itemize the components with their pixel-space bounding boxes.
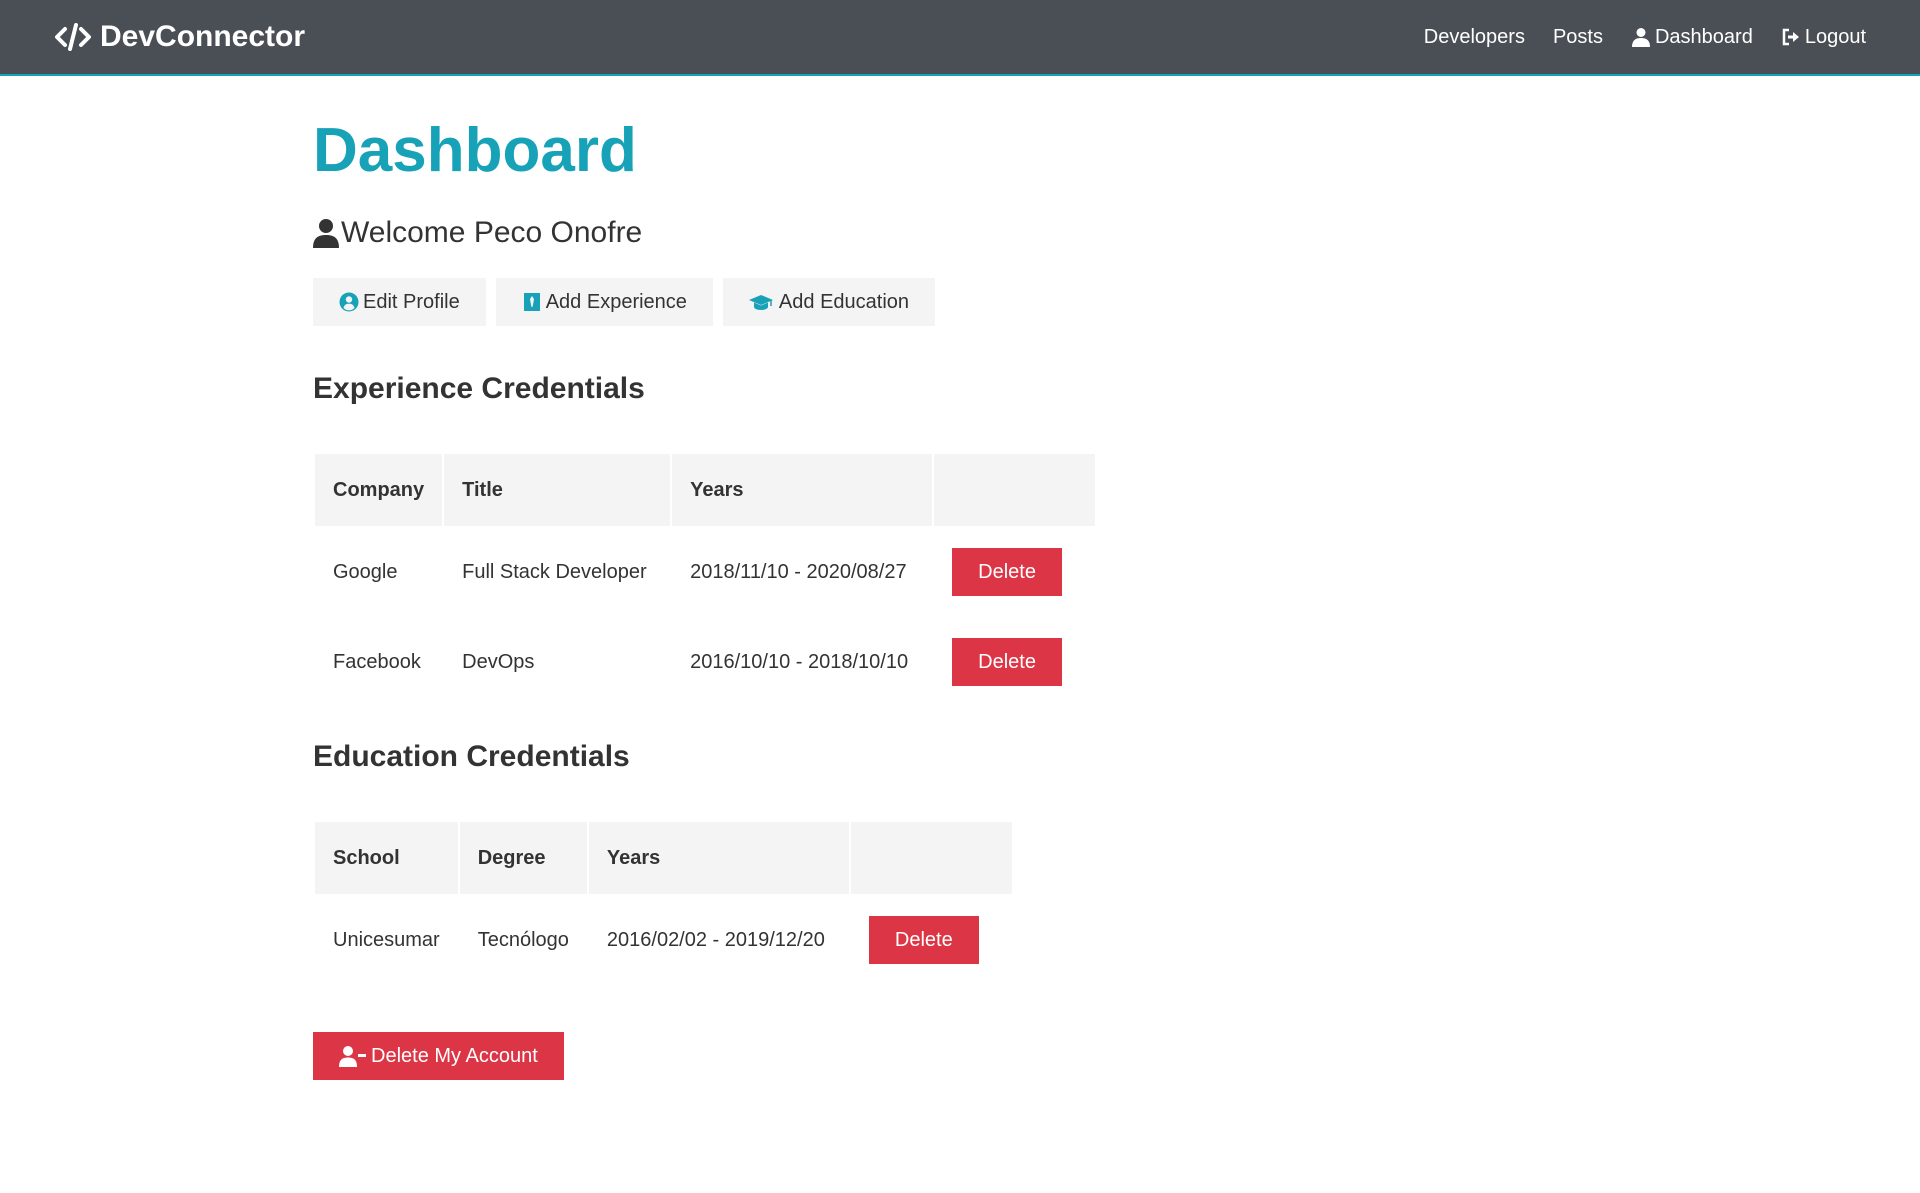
table-header-row: School Degree Years bbox=[315, 822, 1012, 894]
table-row: Facebook DevOps 2016/10/10 - 2018/10/10 … bbox=[315, 618, 1095, 706]
column-header-actions bbox=[850, 822, 1012, 894]
user-icon bbox=[313, 218, 339, 248]
column-header-title: Title bbox=[444, 454, 671, 526]
education-section-title: Education Credentials bbox=[313, 740, 630, 773]
column-header-degree: Degree bbox=[459, 822, 587, 894]
nav-dashboard-label: Dashboard bbox=[1654, 25, 1753, 48]
add-education-button[interactable]: Add Education bbox=[722, 278, 936, 326]
graduation-cap-icon bbox=[748, 292, 775, 312]
experience-actions: Delete bbox=[934, 528, 1095, 616]
column-header-school: School bbox=[315, 822, 458, 894]
education-degree: Tecnólogo bbox=[477, 928, 569, 951]
delete-account-button[interactable]: Delete My Account bbox=[313, 1032, 564, 1080]
column-header-years: Years bbox=[672, 454, 933, 526]
education-actions: Delete bbox=[851, 896, 1012, 984]
nav-links: Developers Posts Dashboard Logout bbox=[1396, 26, 1866, 49]
add-education-label: Add Education bbox=[778, 290, 910, 313]
nav-logout[interactable]: Logout bbox=[1781, 26, 1866, 49]
edit-profile-label: Edit Profile bbox=[363, 290, 460, 313]
edit-profile-button[interactable]: Edit Profile bbox=[313, 278, 486, 326]
delete-experience-button[interactable]: Delete bbox=[952, 548, 1062, 596]
table-row: Unicesumar Tecnólogo 2016/02/02 - 2019/1… bbox=[315, 896, 1012, 984]
experience-title: Full Stack Developer bbox=[462, 560, 647, 583]
nav-posts[interactable]: Posts bbox=[1553, 26, 1603, 49]
sign-out-icon bbox=[1781, 27, 1801, 47]
welcome-message: Welcome Peco Onofre bbox=[313, 216, 1613, 250]
delete-education-button[interactable]: Delete bbox=[868, 916, 979, 964]
user-tie-icon bbox=[522, 292, 542, 312]
brand-name: DevConnector bbox=[100, 20, 306, 53]
education-years: 2016/02/02 - 2019/12/20 bbox=[606, 928, 825, 951]
user-minus-icon bbox=[339, 1045, 367, 1067]
welcome-text: Welcome Peco Onofre bbox=[341, 216, 643, 249]
page-title: Dashboard bbox=[313, 116, 637, 185]
add-experience-label: Add Experience bbox=[545, 290, 687, 313]
dashboard-actions: Edit Profile Add Experience Add Educatio… bbox=[313, 278, 1613, 326]
column-header-company: Company bbox=[315, 454, 443, 526]
experience-company: Facebook bbox=[333, 650, 421, 673]
column-header-actions bbox=[934, 454, 1096, 526]
nav-posts-label: Posts bbox=[1552, 25, 1603, 48]
nav-dashboard[interactable]: Dashboard bbox=[1631, 26, 1753, 49]
table-header-row: Company Title Years bbox=[315, 454, 1096, 526]
user-icon bbox=[1631, 27, 1651, 47]
experience-years: 2018/11/10 - 2020/08/27 bbox=[690, 560, 907, 583]
experience-actions: Delete bbox=[934, 618, 1095, 706]
column-header-years: Years bbox=[588, 822, 849, 894]
code-icon bbox=[54, 22, 92, 52]
dashboard-container: Dashboard Welcome Peco Onofre Edit Profi… bbox=[313, 76, 1613, 1080]
experience-company: Google bbox=[333, 560, 398, 583]
delete-account-wrapper: Delete My Account bbox=[313, 1032, 1613, 1080]
education-school: Unicesumar bbox=[333, 928, 440, 951]
nav-developers[interactable]: Developers bbox=[1424, 26, 1525, 49]
nav-developers-label: Developers bbox=[1423, 25, 1525, 48]
navbar: DevConnector Developers Posts Dashboard bbox=[0, 0, 1920, 76]
experience-table: Company Title Years Google Full Stack De… bbox=[313, 452, 1097, 708]
table-row: Google Full Stack Developer 2018/11/10 -… bbox=[315, 528, 1095, 616]
delete-experience-button[interactable]: Delete bbox=[952, 638, 1062, 686]
experience-years: 2016/10/10 - 2018/10/10 bbox=[690, 650, 909, 673]
experience-title: DevOps bbox=[462, 650, 535, 673]
add-experience-button[interactable]: Add Experience bbox=[495, 278, 713, 326]
experience-section-title: Experience Credentials bbox=[313, 372, 645, 405]
education-table: School Degree Years Unicesumar Tecnólogo… bbox=[313, 820, 1014, 986]
user-circle-icon bbox=[339, 292, 359, 312]
brand-link[interactable]: DevConnector bbox=[54, 20, 305, 54]
delete-account-label: Delete My Account bbox=[371, 1044, 538, 1067]
nav-logout-label: Logout bbox=[1804, 25, 1866, 48]
